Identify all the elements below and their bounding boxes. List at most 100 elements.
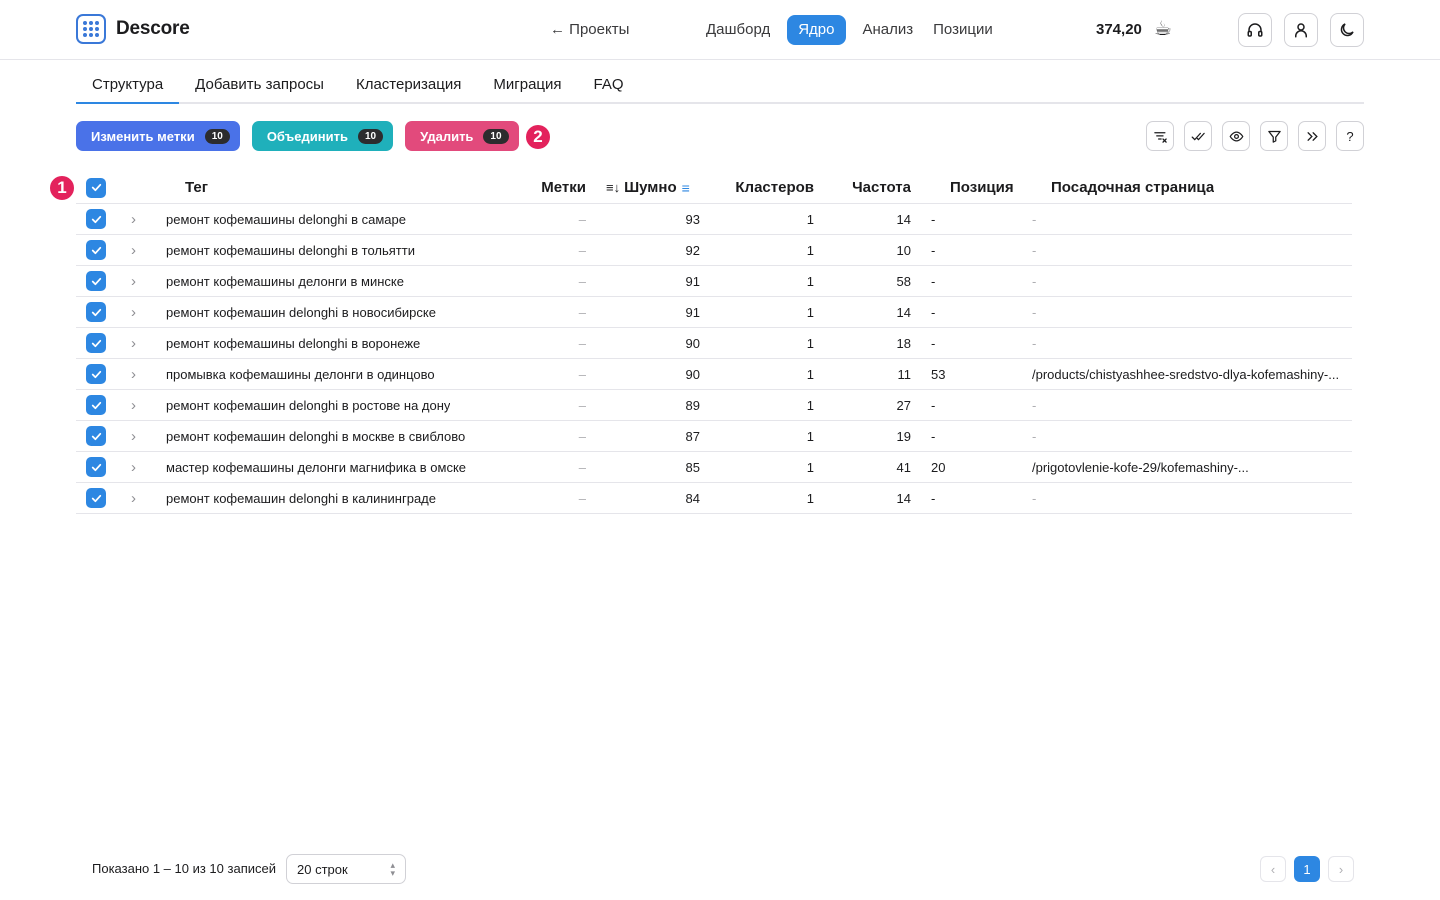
row-labels[interactable]: – bbox=[516, 483, 586, 513]
row-labels[interactable]: – bbox=[516, 390, 586, 420]
visibility-button[interactable] bbox=[1222, 121, 1250, 151]
table-row[interactable]: › ремонт кофемашины delonghi в самаре – 93 1… bbox=[76, 204, 1352, 235]
row-landing-page[interactable]: - bbox=[1032, 483, 1036, 513]
row-landing-page[interactable]: - bbox=[1032, 328, 1036, 358]
filter-button[interactable] bbox=[1260, 121, 1288, 151]
theme-toggle-button[interactable] bbox=[1330, 13, 1364, 47]
merge-button[interactable]: Объединить 10 bbox=[251, 121, 394, 151]
support-button[interactable] bbox=[1238, 13, 1272, 47]
rows-per-page-select[interactable]: 20 строк ▴ ▾ bbox=[286, 854, 406, 884]
projects-back-link[interactable]: ← Проекты bbox=[550, 21, 629, 38]
col-labels[interactable]: Метки bbox=[516, 172, 586, 203]
balance[interactable]: 374,20 ☕ bbox=[1096, 19, 1172, 39]
delete-label: Удалить bbox=[420, 128, 474, 144]
next-page-button[interactable]: › bbox=[1328, 856, 1354, 882]
select-all-checkbox[interactable] bbox=[86, 172, 106, 203]
row-checkbox[interactable] bbox=[86, 390, 106, 420]
row-landing-page[interactable]: - bbox=[1032, 204, 1036, 234]
tab-faq[interactable]: FAQ bbox=[578, 70, 640, 102]
row-landing-page[interactable]: - bbox=[1032, 266, 1036, 296]
expand-row-chevron-icon[interactable]: › bbox=[131, 204, 136, 234]
expand-row-chevron-icon[interactable]: › bbox=[131, 390, 136, 420]
row-checkbox[interactable] bbox=[86, 204, 106, 234]
expand-row-chevron-icon[interactable]: › bbox=[131, 483, 136, 513]
table-row[interactable]: › ремонт кофемашин delonghi в новосибирск… bbox=[76, 297, 1352, 328]
table-row[interactable]: › ремонт кофемашин delonghi в калининград… bbox=[76, 483, 1352, 514]
row-labels[interactable]: – bbox=[516, 204, 586, 234]
row-landing-page[interactable]: /products/chistyashhee-sredstvo-dlya-kof… bbox=[1032, 359, 1339, 389]
row-checkbox[interactable] bbox=[86, 297, 106, 327]
row-noise: 91 bbox=[685, 304, 700, 320]
expand-row-chevron-icon[interactable]: › bbox=[131, 328, 136, 358]
row-checkbox[interactable] bbox=[86, 328, 106, 358]
sort-desc-icon: ≡↓ bbox=[606, 180, 621, 195]
expand-row-chevron-icon[interactable]: › bbox=[131, 452, 136, 482]
table-row[interactable]: › мастер кофемашины делонги магнифика в о… bbox=[76, 452, 1352, 483]
edit-tags-button[interactable]: Изменить метки 10 bbox=[76, 121, 240, 151]
row-checkbox[interactable] bbox=[86, 266, 106, 296]
expand-all-button[interactable] bbox=[1298, 121, 1326, 151]
table-row[interactable]: › промывка кофемашины делонги в одинцово –… bbox=[76, 359, 1352, 390]
delete-button[interactable]: Удалить 10 bbox=[405, 121, 519, 151]
row-landing-page[interactable]: - bbox=[1032, 235, 1036, 265]
row-frequency: 14 bbox=[896, 304, 911, 320]
nav-analysis[interactable]: Анализ bbox=[854, 15, 923, 45]
tab-migration[interactable]: Миграция bbox=[477, 70, 577, 102]
row-landing-page[interactable]: - bbox=[1032, 297, 1036, 327]
help-button[interactable]: ? bbox=[1336, 121, 1364, 151]
clear-filter-icon bbox=[1153, 131, 1167, 143]
select-arrows-icon: ▴ ▾ bbox=[390, 860, 395, 878]
brand-logo[interactable]: Descore bbox=[76, 14, 190, 44]
expand-row-chevron-icon[interactable]: › bbox=[131, 421, 136, 451]
col-landing-page[interactable]: Посадочная страница bbox=[1051, 172, 1214, 203]
row-frequency: 27 bbox=[896, 397, 911, 413]
col-clusters[interactable]: Кластеров bbox=[716, 172, 814, 203]
checkbox-checked-icon bbox=[86, 426, 106, 446]
edit-tags-label: Изменить метки bbox=[91, 128, 195, 144]
expand-row-chevron-icon[interactable]: › bbox=[131, 359, 136, 389]
row-labels[interactable]: – bbox=[516, 297, 586, 327]
row-checkbox[interactable] bbox=[86, 235, 106, 265]
table-row[interactable]: › ремонт кофемашин delonghi в ростове на … bbox=[76, 390, 1352, 421]
expand-row-chevron-icon[interactable]: › bbox=[131, 266, 136, 296]
expand-row-chevron-icon[interactable]: › bbox=[131, 297, 136, 327]
row-landing-page[interactable]: - bbox=[1032, 421, 1036, 451]
col-noise[interactable]: ≡↓ Шумно ≡ bbox=[606, 172, 706, 203]
page-button-current[interactable]: 1 bbox=[1294, 856, 1320, 882]
row-checkbox[interactable] bbox=[86, 421, 106, 451]
nav-dashboard[interactable]: Дашборд bbox=[697, 15, 779, 45]
row-checkbox[interactable] bbox=[86, 483, 106, 513]
row-noise: 91 bbox=[685, 273, 700, 289]
table-row[interactable]: › ремонт кофемашины делонги в минске – 91 1 5… bbox=[76, 266, 1352, 297]
row-labels[interactable]: – bbox=[516, 421, 586, 451]
nav-core[interactable]: Ядро bbox=[787, 15, 846, 45]
col-tag[interactable]: Тег bbox=[185, 172, 208, 203]
row-landing-page[interactable]: - bbox=[1032, 390, 1036, 420]
row-labels[interactable]: – bbox=[516, 235, 586, 265]
col-frequency[interactable]: Частота bbox=[836, 172, 911, 203]
table-row[interactable]: › ремонт кофемашин delonghi в москве в св… bbox=[76, 421, 1352, 452]
check-all-icon bbox=[1191, 132, 1205, 141]
tab-structure[interactable]: Структура bbox=[76, 70, 180, 104]
nav-positions[interactable]: Позиции bbox=[924, 15, 1002, 45]
row-checkbox[interactable] bbox=[86, 452, 106, 482]
row-position: - bbox=[931, 335, 936, 351]
row-labels[interactable]: – bbox=[516, 452, 586, 482]
tab-clustering[interactable]: Кластеризация bbox=[340, 70, 477, 102]
row-landing-page[interactable]: /prigotovlenie-kofe-29/kofemashiny-... bbox=[1032, 452, 1249, 482]
row-labels[interactable]: – bbox=[516, 359, 586, 389]
row-labels[interactable]: – bbox=[516, 328, 586, 358]
col-position[interactable]: Позиция bbox=[950, 172, 1014, 203]
row-checkbox[interactable] bbox=[86, 359, 106, 389]
select-all-button[interactable] bbox=[1184, 121, 1212, 151]
prev-page-button[interactable]: ‹ bbox=[1260, 856, 1286, 882]
table-row[interactable]: › ремонт кофемашины delonghi в тольятти – 9… bbox=[76, 235, 1352, 266]
expand-row-chevron-icon[interactable]: › bbox=[131, 235, 136, 265]
step-marker-1: 1 bbox=[48, 174, 76, 202]
tab-add-queries[interactable]: Добавить запросы bbox=[179, 70, 340, 102]
profile-button[interactable] bbox=[1284, 13, 1318, 47]
row-labels[interactable]: – bbox=[516, 266, 586, 296]
row-noise: 84 bbox=[685, 490, 700, 506]
clear-filters-button[interactable] bbox=[1146, 121, 1174, 151]
table-row[interactable]: › ремонт кофемашины delonghi в воронеже – 9… bbox=[76, 328, 1352, 359]
